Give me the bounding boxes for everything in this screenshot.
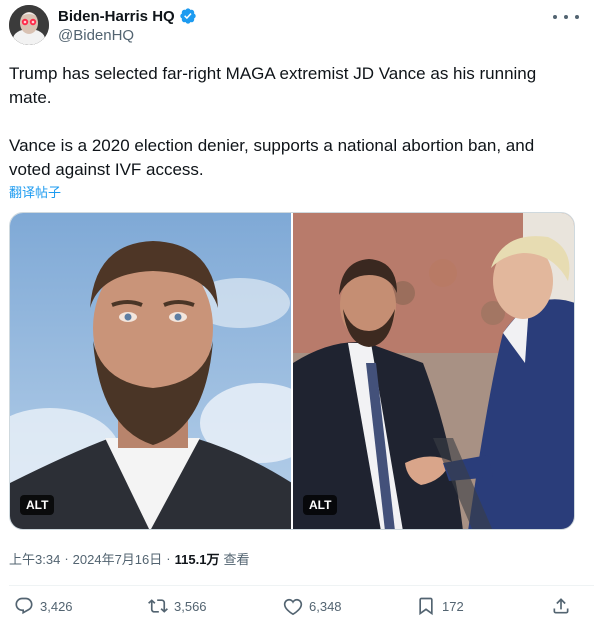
translate-post-link[interactable]: 翻译帖子 — [9, 182, 61, 201]
handshake-photo-image — [293, 213, 574, 529]
verified-badge-icon[interactable] — [179, 7, 197, 25]
divider — [9, 585, 594, 586]
action-bar: 3,426 3,566 6,348 172 — [0, 596, 603, 620]
avatar-portrait-icon — [9, 5, 49, 45]
portrait-photo-image — [10, 213, 291, 529]
meta-separator: · — [64, 551, 69, 566]
media-image-2[interactable]: ALT — [293, 213, 574, 529]
meta-separator: · — [166, 551, 171, 566]
like-button[interactable]: 6,348 — [283, 596, 342, 616]
share-button[interactable] — [551, 596, 571, 616]
bookmark-count: 172 — [442, 598, 464, 614]
view-count: 115.1万 — [174, 552, 220, 567]
heart-icon — [283, 598, 303, 616]
tweet-meta: 上午3:34 · 2024年7月16日 · 115.1万 查看 — [9, 549, 249, 568]
bookmark-icon — [419, 597, 433, 616]
repost-button[interactable]: 3,566 — [148, 596, 207, 616]
reply-icon — [15, 597, 33, 615]
more-dot — [575, 15, 579, 19]
media-image-1[interactable]: ALT — [10, 213, 291, 529]
view-label: 查看 — [223, 552, 250, 567]
avatar[interactable] — [9, 5, 49, 45]
share-icon — [553, 598, 569, 614]
more-options-icon[interactable] — [553, 8, 579, 26]
tweet-text: Trump has selected far-right MAGA extrem… — [9, 64, 537, 179]
repost-count: 3,566 — [174, 598, 207, 614]
alt-badge[interactable]: ALT — [20, 495, 55, 515]
more-dot — [553, 15, 557, 19]
reply-button[interactable]: 3,426 — [14, 596, 73, 616]
more-dot — [564, 15, 568, 19]
like-count: 6,348 — [309, 598, 342, 614]
author-handle[interactable]: @BidenHQ — [58, 27, 134, 44]
author-name-row: Biden-Harris HQ — [58, 7, 197, 25]
repost-icon — [148, 599, 168, 613]
post-time[interactable]: 上午3:34 — [9, 549, 60, 568]
post-date[interactable]: 2024年7月16日 — [73, 549, 163, 568]
bookmark-button[interactable]: 172 — [416, 596, 464, 616]
alt-badge[interactable]: ALT — [303, 495, 338, 515]
media-grid: ALT ALT — [9, 212, 575, 530]
author-display-name[interactable]: Biden-Harris HQ — [58, 8, 175, 25]
reply-count: 3,426 — [40, 598, 73, 614]
